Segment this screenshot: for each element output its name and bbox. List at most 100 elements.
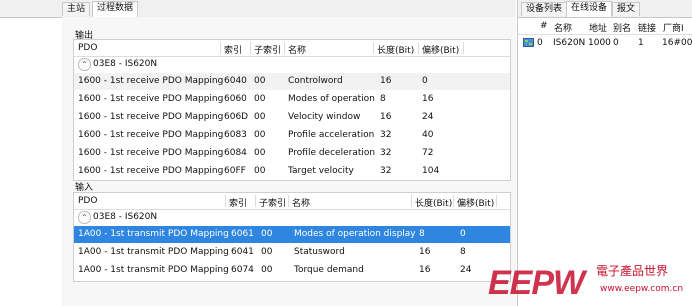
cell-name: Target velocity (288, 166, 354, 176)
cell-subindex: 00 (261, 265, 273, 275)
cell-length: 32 (380, 148, 392, 158)
col-index[interactable]: 索引 (224, 43, 242, 56)
cell-link: 1 (638, 38, 644, 48)
cell-length: 8 (419, 229, 425, 239)
cell-vendor: 16#00 (662, 38, 692, 48)
col-subindex[interactable]: 子索引 (259, 196, 286, 209)
cell-subindex: 00 (254, 76, 266, 86)
cell-index: 6061 (231, 229, 254, 239)
cell-pdo: 1600 - 1st receive PDO Mapping (78, 130, 224, 140)
col-pdo[interactable]: PDO (78, 196, 97, 206)
cell-pdo: 1A00 - 1st transmit PDO Mapping (78, 247, 229, 257)
cell-name: Profile acceleration (288, 130, 375, 140)
input-table[interactable]: PDO 索引 子索引 名称 长度(Bit) 偏移(Bit) ⌃ 03E8 - I… (73, 192, 511, 282)
table-row[interactable]: 1600 - 1st receive PDO Mapping 6060 00 M… (74, 91, 510, 108)
cell-offset: 24 (460, 265, 472, 275)
device-status-icon (523, 38, 534, 47)
col-pdo[interactable]: PDO (78, 43, 97, 53)
cell-name: Velocity window (288, 112, 361, 122)
cell-pdo: 1600 - 1st receive PDO Mapping (78, 148, 224, 158)
col-vendor[interactable]: 厂商I (663, 21, 684, 34)
cell-number: 0 (537, 38, 543, 48)
cell-pdo: 1600 - 1st receive PDO Mapping (78, 76, 224, 86)
device-row[interactable]: 0 IS620N 1000 0 1 16#00 (518, 36, 692, 51)
device-table-header: # 名称 地址 别名 链接 厂商I (518, 18, 692, 35)
tab-messages[interactable]: 报文 (612, 2, 641, 16)
cell-subindex: 00 (254, 166, 266, 176)
cell-length: 16 (380, 76, 392, 86)
chevron-up-icon[interactable]: ⌃ (78, 211, 91, 224)
table-row[interactable]: 1600 - 1st receive PDO Mapping 6083 00 P… (74, 127, 510, 144)
cell-length: 16 (380, 112, 392, 122)
cell-index: 60FF (224, 166, 246, 176)
tab-online-devices[interactable]: 在线设备 (566, 1, 613, 17)
cell-length: 32 (380, 130, 392, 140)
cell-index: 6083 (224, 130, 247, 140)
cell-pdo: 1A00 - 1st transmit PDO Mapping (78, 229, 229, 239)
cell-subindex: 00 (254, 130, 266, 140)
cell-name: Modes of operation (288, 94, 375, 104)
cell-length: 32 (380, 166, 392, 176)
cell-name: Controlword (288, 76, 343, 86)
output-table[interactable]: PDO 索引 子索引 名称 长度(Bit) 偏移(Bit) ⌃ 03E8 - I… (73, 39, 511, 181)
cell-offset: 0 (460, 229, 466, 239)
col-length[interactable]: 长度(Bit) (415, 196, 452, 209)
cell-index: 6084 (224, 148, 247, 158)
group-label: 03E8 - IS620N (93, 59, 158, 69)
col-number[interactable]: # (540, 21, 548, 31)
chevron-up-icon[interactable]: ⌃ (78, 58, 91, 71)
tab-master[interactable]: 主站 (62, 2, 91, 16)
col-address[interactable]: 地址 (589, 21, 607, 34)
col-subindex[interactable]: 子索引 (254, 43, 281, 56)
cell-offset: 40 (422, 130, 434, 140)
cell-index: 6060 (224, 94, 247, 104)
cell-device-name: IS620N (553, 38, 586, 48)
tab-process-data[interactable]: 过程数据 (92, 1, 139, 17)
cell-offset: 8 (460, 247, 466, 257)
cell-offset: 24 (422, 112, 434, 122)
col-alias[interactable]: 别名 (613, 21, 631, 34)
output-table-header: PDO 索引 子索引 名称 长度(Bit) 偏移(Bit) (74, 40, 510, 57)
cell-address: 1000 (588, 38, 611, 48)
cell-name: Profile deceleration (288, 148, 376, 158)
svg-text:EEPW: EEPW (488, 264, 588, 302)
tab-device-list[interactable]: 设备列表 (521, 2, 568, 16)
group-label: 03E8 - IS620N (93, 212, 158, 222)
cell-subindex: 00 (254, 94, 266, 104)
col-offset[interactable]: 偏移(Bit) (457, 196, 494, 209)
cell-index: 606D (224, 112, 249, 122)
input-group-row[interactable]: ⌃ 03E8 - IS620N (74, 210, 510, 225)
cell-name: Torque demand (294, 265, 364, 275)
cell-subindex: 00 (254, 148, 266, 158)
table-row[interactable]: 1600 - 1st receive PDO Mapping 606D 00 V… (74, 109, 510, 126)
col-link[interactable]: 链接 (638, 21, 656, 34)
col-index[interactable]: 索引 (229, 196, 247, 209)
table-row[interactable]: 1600 - 1st receive PDO Mapping 6040 00 C… (74, 73, 510, 90)
col-name[interactable]: 名称 (288, 43, 306, 56)
eepw-watermark: EEPW 電子產品世界 www.eepw.com.cn (484, 256, 684, 302)
col-name[interactable]: 名称 (292, 196, 310, 209)
table-row[interactable]: 1600 - 1st receive PDO Mapping 60FF 00 T… (74, 163, 510, 180)
cell-length: 16 (419, 265, 431, 275)
cell-subindex: 00 (254, 112, 266, 122)
cell-offset: 72 (422, 148, 434, 158)
cell-pdo: 1600 - 1st receive PDO Mapping (78, 94, 224, 104)
cell-index: 6040 (224, 76, 247, 86)
table-row-selected[interactable]: 1A00 - 1st transmit PDO Mapping 6061 00 … (74, 226, 510, 243)
output-group-row[interactable]: ⌃ 03E8 - IS620N (74, 57, 510, 72)
cell-offset: 0 (422, 76, 428, 86)
col-offset[interactable]: 偏移(Bit) (422, 43, 459, 56)
cell-offset: 16 (422, 94, 434, 104)
col-device-name[interactable]: 名称 (554, 21, 572, 34)
table-row[interactable]: 1A00 - 1st transmit PDO Mapping 6041 00 … (74, 244, 510, 261)
input-table-header: PDO 索引 子索引 名称 长度(Bit) 偏移(Bit) (74, 193, 510, 210)
col-length[interactable]: 长度(Bit) (377, 43, 414, 56)
cell-pdo: 1A00 - 1st transmit PDO Mapping (78, 265, 229, 275)
table-row[interactable]: 1A00 - 1st transmit PDO Mapping 6074 00 … (74, 262, 510, 279)
cell-offset: 104 (422, 166, 440, 176)
cell-name: Modes of operation display (294, 229, 416, 239)
table-row[interactable]: 1600 - 1st receive PDO Mapping 6084 00 P… (74, 145, 510, 162)
cell-pdo: 1600 - 1st receive PDO Mapping (78, 112, 224, 122)
cell-length: 16 (419, 247, 431, 257)
cell-index: 6041 (231, 247, 254, 257)
